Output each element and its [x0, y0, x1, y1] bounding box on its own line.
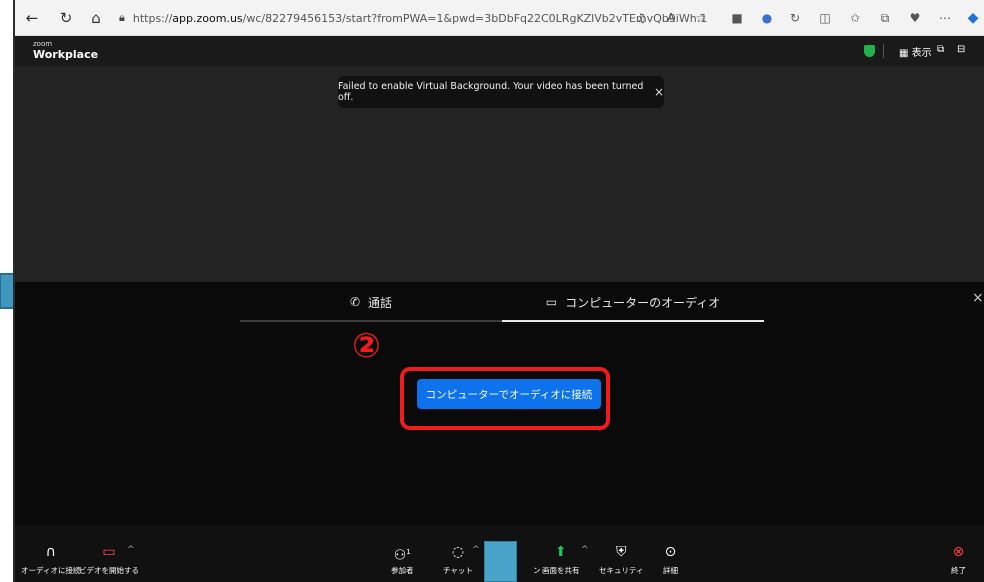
- more-menu-icon[interactable]: ⋯: [935, 8, 955, 28]
- tool-label: ン: [533, 566, 541, 575]
- notification-icon[interactable]: ♫: [631, 8, 651, 28]
- minimize-icon[interactable]: ⊟: [957, 44, 965, 55]
- view-label: 表示: [911, 48, 932, 59]
- tool-label: 終了: [951, 566, 966, 575]
- read-aloud-icon[interactable]: A: [661, 8, 681, 28]
- home-icon[interactable]: ⌂: [85, 7, 107, 29]
- tool-label: セキュリティ: [599, 566, 644, 575]
- participants-icon: ⚇1: [393, 547, 411, 564]
- view-icon: ▦: [899, 48, 912, 59]
- security-button[interactable]: ⛨ セキュリティ: [599, 543, 644, 576]
- highlight-box: [400, 367, 610, 430]
- tab-label: コンピューターのオーディオ: [565, 295, 721, 310]
- participants-button[interactable]: ⚇1 参加者: [391, 543, 414, 576]
- tab-label: 通話: [368, 295, 393, 310]
- end-icon: ⊗: [952, 544, 965, 560]
- error-toast: Failed to enable Virtual Background. You…: [338, 76, 664, 108]
- collections-icon[interactable]: ⧉: [875, 8, 895, 28]
- video-area: Failed to enable Virtual Background. You…: [15, 66, 984, 282]
- security-shield-icon: ⛨: [616, 544, 627, 560]
- tool-label: チャット: [443, 566, 473, 575]
- share-screen-button[interactable]: ⬆ 画面を共有: [542, 543, 580, 576]
- toast-close-icon[interactable]: ×: [654, 85, 664, 99]
- browser-window: ← ↻ ⌂ 🔒︎ https://app.zoom.us/wc/82279456…: [13, 0, 984, 582]
- end-meeting-button[interactable]: ⊗ 終了: [951, 543, 966, 576]
- chat-options-caret-icon[interactable]: ^: [472, 545, 480, 555]
- laptop-icon: ▭: [545, 295, 558, 309]
- copilot-icon[interactable]: ◆: [963, 8, 983, 28]
- header-divider: [883, 44, 884, 58]
- split-screen-icon[interactable]: ◫: [815, 8, 835, 28]
- brand-small: zoom: [33, 40, 53, 48]
- refresh-page-icon[interactable]: ↻: [785, 8, 805, 28]
- tab-phone-call[interactable]: ✆ 通話: [240, 282, 502, 322]
- headphones-icon: ∩: [45, 544, 56, 560]
- tool-label: ビデオを開始する: [79, 566, 139, 575]
- performance-icon[interactable]: ♥: [905, 8, 925, 28]
- more-icon: ⊙: [664, 544, 677, 560]
- phone-icon: ✆: [349, 295, 361, 309]
- refresh-icon[interactable]: ↻: [55, 7, 77, 29]
- address-bar[interactable]: 🔒︎ https://app.zoom.us/wc/82279456153/st…: [119, 6, 719, 30]
- extension-icon[interactable]: ■: [727, 8, 747, 28]
- lock-icon: 🔒︎: [119, 11, 125, 24]
- tutorial-marker: [484, 541, 517, 582]
- extension-dot-icon[interactable]: ●: [757, 8, 777, 28]
- tool-label: 参加者: [391, 566, 414, 575]
- favorite-star-icon[interactable]: ☆: [691, 8, 711, 28]
- view-button[interactable]: ▦ 表示: [899, 44, 932, 59]
- encryption-shield-icon[interactable]: [864, 45, 875, 57]
- zoom-header: zoom Workplace ▦ 表示 ⧉ ⊟: [15, 36, 984, 66]
- share-options-caret-icon[interactable]: ^: [581, 545, 589, 555]
- audio-join-panel: ✆ 通話 ▭ コンピューターのオーディオ × ② コンピューターでオーディオに接…: [15, 282, 984, 525]
- gallery-view-icon[interactable]: ⧉: [937, 44, 944, 55]
- back-icon[interactable]: ←: [21, 7, 43, 29]
- url-host: app.zoom.us: [172, 11, 243, 25]
- chat-icon: ◌: [451, 544, 465, 560]
- connect-audio-button[interactable]: ∩ オーディオに接続: [21, 543, 80, 576]
- share-screen-icon: ⬆: [554, 544, 567, 560]
- step-number: ②: [352, 326, 381, 366]
- video-options-caret-icon[interactable]: ^: [127, 545, 135, 555]
- tool-label: オーディオに接続: [21, 566, 81, 575]
- panel-close-icon[interactable]: ×: [972, 290, 984, 306]
- toast-message: Failed to enable Virtual Background. You…: [338, 81, 644, 103]
- participants-count: 1: [406, 548, 411, 556]
- video-off-icon: ▭: [102, 544, 116, 560]
- tool-label: 画面を共有: [542, 566, 580, 575]
- chat-button[interactable]: ◌ チャット: [443, 543, 473, 576]
- url-prefix: https://: [132, 11, 173, 25]
- favorites-icon[interactable]: ✩: [845, 8, 865, 28]
- more-button[interactable]: ⊙ 詳細: [663, 543, 678, 576]
- tool-label: 詳細: [663, 566, 678, 575]
- brand-name: Workplace: [33, 48, 99, 61]
- tab-underline-active: [502, 320, 764, 322]
- browser-toolbar: ← ↻ ⌂ 🔒︎ https://app.zoom.us/wc/82279456…: [15, 0, 984, 36]
- tab-underline-inactive: [240, 320, 502, 322]
- reactions-button[interactable]: ン: [533, 543, 541, 576]
- tab-computer-audio[interactable]: ▭ コンピューターのオーディオ: [502, 282, 764, 322]
